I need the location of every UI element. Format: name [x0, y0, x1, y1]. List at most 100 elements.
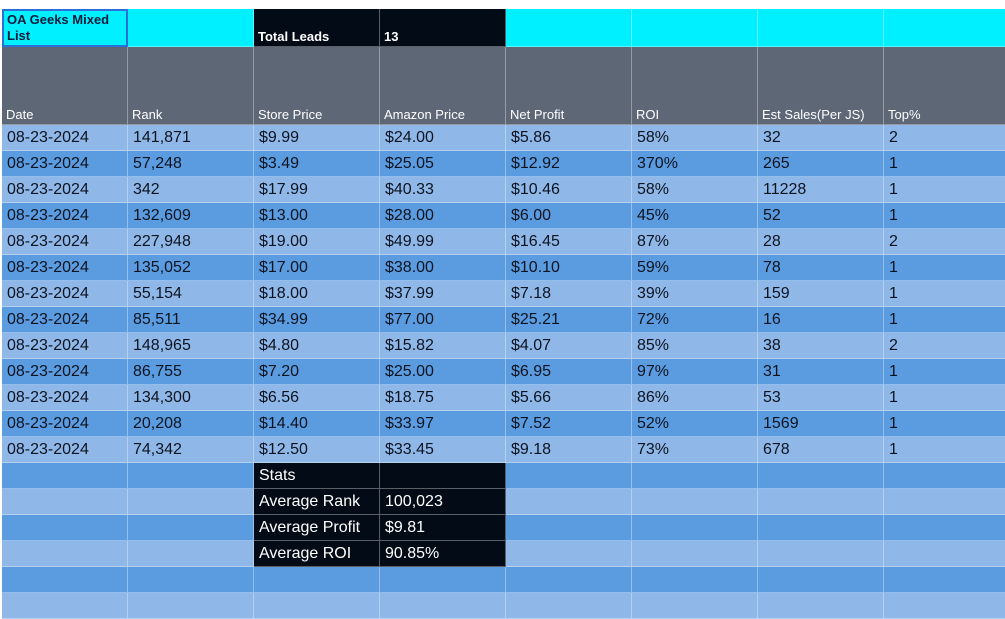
cell-est-sales[interactable]: 1569	[758, 411, 884, 437]
empty-cell[interactable]	[2, 593, 128, 619]
cell-roi[interactable]: 59%	[632, 255, 758, 281]
cell-date[interactable]: 08-23-2024	[2, 125, 128, 151]
cell-date[interactable]: 08-23-2024	[2, 203, 128, 229]
cell-store-price[interactable]: $18.00	[254, 281, 380, 307]
header-est-sales[interactable]: Est Sales(Per JS)	[758, 47, 884, 125]
cell-net-profit[interactable]: $7.52	[506, 411, 632, 437]
cell-store-price[interactable]: $12.50	[254, 437, 380, 463]
empty-cell[interactable]	[128, 515, 254, 541]
cell-top-percent[interactable]: 1	[884, 307, 1005, 333]
empty-cell[interactable]	[884, 593, 1005, 619]
empty-cell[interactable]	[632, 541, 758, 567]
empty-cell[interactable]	[506, 567, 632, 593]
empty-cell[interactable]	[128, 489, 254, 515]
sheet-title-cell[interactable]: OA Geeks Mixed List	[2, 9, 128, 47]
empty-cell[interactable]	[128, 541, 254, 567]
cell-est-sales[interactable]: 11228	[758, 177, 884, 203]
empty-cell[interactable]	[506, 541, 632, 567]
cell-top-percent[interactable]: 1	[884, 281, 1005, 307]
cell-store-price[interactable]: $14.40	[254, 411, 380, 437]
cell-amazon-price[interactable]: $49.99	[380, 229, 506, 255]
empty-cell[interactable]	[380, 567, 506, 593]
empty-cell[interactable]	[632, 567, 758, 593]
cell-store-price[interactable]: $13.00	[254, 203, 380, 229]
cell-rank[interactable]: 20,208	[128, 411, 254, 437]
empty-cell[interactable]	[884, 9, 1005, 47]
cell-net-profit[interactable]: $25.21	[506, 307, 632, 333]
cell-est-sales[interactable]: 265	[758, 151, 884, 177]
empty-cell[interactable]	[632, 463, 758, 489]
header-roi[interactable]: ROI	[632, 47, 758, 125]
empty-cell[interactable]	[758, 463, 884, 489]
cell-roi[interactable]: 87%	[632, 229, 758, 255]
cell-top-percent[interactable]: 1	[884, 255, 1005, 281]
cell-est-sales[interactable]: 78	[758, 255, 884, 281]
cell-est-sales[interactable]: 32	[758, 125, 884, 151]
average-rank-value[interactable]: 100,023	[380, 489, 506, 515]
cell-top-percent[interactable]: 1	[884, 359, 1005, 385]
header-net-profit[interactable]: Net Profit	[506, 47, 632, 125]
cell-roi[interactable]: 72%	[632, 307, 758, 333]
cell-store-price[interactable]: $3.49	[254, 151, 380, 177]
cell-net-profit[interactable]: $10.46	[506, 177, 632, 203]
empty-cell[interactable]	[2, 515, 128, 541]
cell-est-sales[interactable]: 159	[758, 281, 884, 307]
cell-rank[interactable]: 86,755	[128, 359, 254, 385]
cell-top-percent[interactable]: 1	[884, 385, 1005, 411]
cell-amazon-price[interactable]: $33.45	[380, 437, 506, 463]
cell-store-price[interactable]: $4.80	[254, 333, 380, 359]
empty-cell[interactable]	[758, 489, 884, 515]
cell-net-profit[interactable]: $12.92	[506, 151, 632, 177]
cell-top-percent[interactable]: 2	[884, 125, 1005, 151]
cell-amazon-price[interactable]: $18.75	[380, 385, 506, 411]
empty-cell[interactable]	[632, 489, 758, 515]
empty-cell[interactable]	[884, 515, 1005, 541]
total-leads-label[interactable]: Total Leads	[254, 9, 380, 47]
cell-store-price[interactable]: $19.00	[254, 229, 380, 255]
cell-rank[interactable]: 55,154	[128, 281, 254, 307]
cell-roi[interactable]: 58%	[632, 125, 758, 151]
cell-date[interactable]: 08-23-2024	[2, 151, 128, 177]
cell-est-sales[interactable]: 53	[758, 385, 884, 411]
cell-amazon-price[interactable]: $25.00	[380, 359, 506, 385]
header-amazon-price[interactable]: Amazon Price	[380, 47, 506, 125]
cell-roi[interactable]: 86%	[632, 385, 758, 411]
cell-net-profit[interactable]: $5.66	[506, 385, 632, 411]
cell-store-price[interactable]: $34.99	[254, 307, 380, 333]
empty-cell[interactable]	[506, 593, 632, 619]
empty-cell[interactable]	[2, 463, 128, 489]
average-rank-label[interactable]: Average Rank	[254, 489, 380, 515]
total-leads-value[interactable]: 13	[380, 9, 506, 47]
average-profit-label[interactable]: Average Profit	[254, 515, 380, 541]
cell-net-profit[interactable]: $6.95	[506, 359, 632, 385]
stats-title[interactable]: Stats	[254, 463, 380, 489]
empty-cell[interactable]	[758, 515, 884, 541]
cell-est-sales[interactable]: 16	[758, 307, 884, 333]
cell-rank[interactable]: 141,871	[128, 125, 254, 151]
cell-amazon-price[interactable]: $15.82	[380, 333, 506, 359]
empty-cell[interactable]	[128, 463, 254, 489]
average-roi-label[interactable]: Average ROI	[254, 541, 380, 567]
cell-amazon-price[interactable]: $24.00	[380, 125, 506, 151]
empty-cell[interactable]	[884, 489, 1005, 515]
empty-cell[interactable]	[632, 593, 758, 619]
cell-net-profit[interactable]: $4.07	[506, 333, 632, 359]
cell-date[interactable]: 08-23-2024	[2, 307, 128, 333]
cell-date[interactable]: 08-23-2024	[2, 255, 128, 281]
empty-cell[interactable]	[758, 593, 884, 619]
empty-cell[interactable]	[254, 593, 380, 619]
empty-cell[interactable]	[2, 567, 128, 593]
cell-roi[interactable]: 58%	[632, 177, 758, 203]
cell-est-sales[interactable]: 31	[758, 359, 884, 385]
empty-cell[interactable]	[506, 515, 632, 541]
empty-cell[interactable]	[2, 541, 128, 567]
cell-rank[interactable]: 227,948	[128, 229, 254, 255]
cell-date[interactable]: 08-23-2024	[2, 359, 128, 385]
cell-amazon-price[interactable]: $40.33	[380, 177, 506, 203]
average-profit-value[interactable]: $9.81	[380, 515, 506, 541]
cell-roi[interactable]: 97%	[632, 359, 758, 385]
cell-top-percent[interactable]: 2	[884, 333, 1005, 359]
empty-cell[interactable]	[884, 541, 1005, 567]
cell-est-sales[interactable]: 28	[758, 229, 884, 255]
cell-store-price[interactable]: $17.00	[254, 255, 380, 281]
